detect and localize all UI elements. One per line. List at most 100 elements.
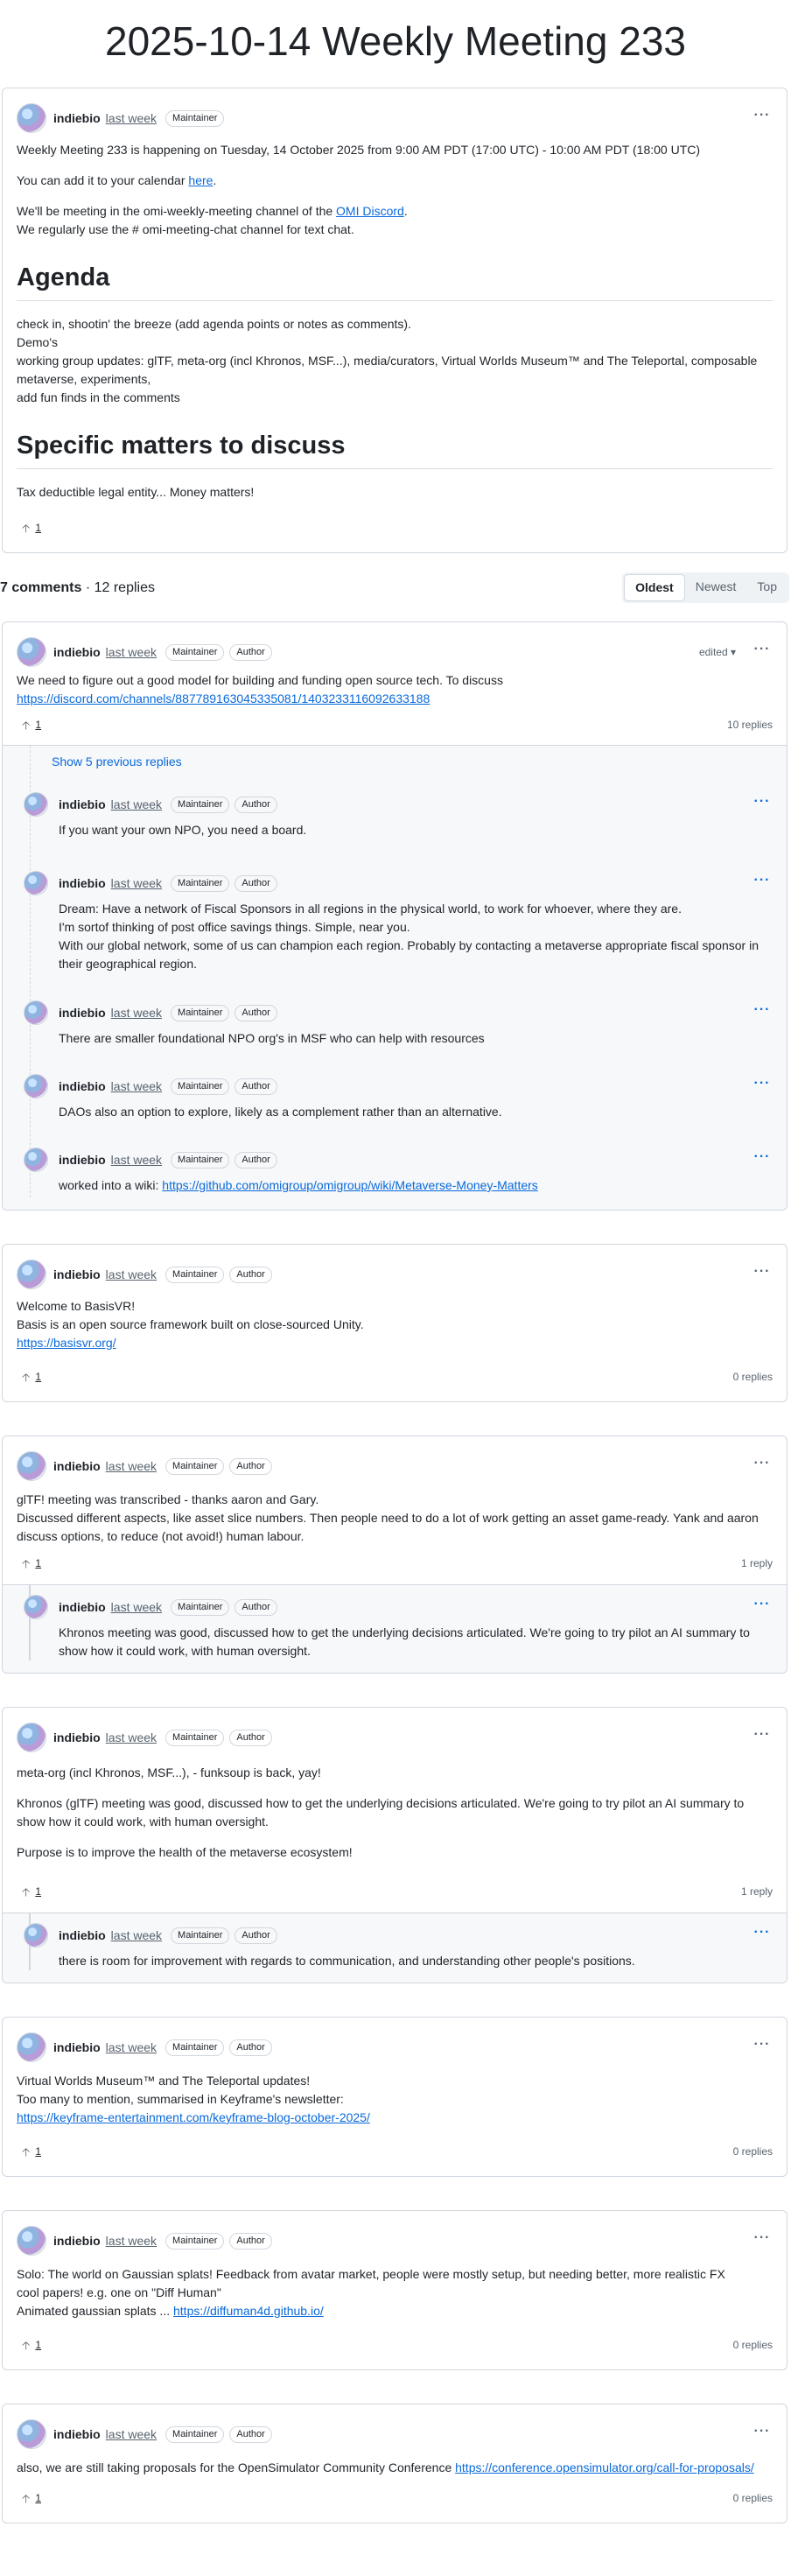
avatar[interactable] <box>17 103 46 133</box>
author-name[interactable]: indiebio <box>59 796 106 814</box>
upvote-button[interactable]: 🡡 1 <box>17 517 46 538</box>
timestamp[interactable]: last week <box>106 109 157 128</box>
comment-link[interactable]: https://basisvr.org/ <box>17 1336 116 1350</box>
more-options-icon[interactable]: ··· <box>752 1597 773 1616</box>
timestamp[interactable]: last week <box>111 1004 162 1022</box>
avatar[interactable] <box>17 1723 46 1752</box>
timestamp[interactable]: last week <box>106 2232 157 2250</box>
sort-newest[interactable]: Newest <box>685 574 747 601</box>
reply-thread: indiebio last week Maintainer Author ···… <box>3 1913 787 1983</box>
avatar[interactable] <box>24 1148 48 1172</box>
upvote-icon: 🡡 <box>22 1556 31 1570</box>
timestamp[interactable]: last week <box>106 1266 157 1284</box>
author-name[interactable]: indiebio <box>53 1457 101 1476</box>
avatar[interactable] <box>17 2032 46 2062</box>
more-options-icon[interactable]: ··· <box>752 1003 773 1021</box>
comment: indiebio last week Maintainer Author ···… <box>2 1435 788 1674</box>
meeting-time-text: Weekly Meeting 233 is happening on Tuesd… <box>17 143 701 157</box>
author-name[interactable]: indiebio <box>59 1151 106 1169</box>
author-name[interactable]: indiebio <box>53 2039 101 2057</box>
timestamp[interactable]: last week <box>111 1151 162 1169</box>
comment-link[interactable]: https://keyframe-entertainment.com/keyfr… <box>17 2110 370 2124</box>
upvote-button[interactable]: 🡡 1 <box>17 1553 46 1574</box>
timestamp[interactable]: last week <box>106 1729 157 1747</box>
author-name[interactable]: indiebio <box>59 1927 106 1945</box>
timestamp[interactable]: last week <box>106 643 157 662</box>
discussion-post: indiebio last week Maintainer ··· Weekly… <box>2 88 788 553</box>
author-name[interactable]: indiebio <box>53 2425 101 2444</box>
avatar[interactable] <box>24 1000 48 1025</box>
agenda-line: working group updates: glTF, meta-org (i… <box>17 354 758 386</box>
more-options-icon[interactable]: ··· <box>752 1150 773 1169</box>
timestamp[interactable]: last week <box>106 1457 157 1476</box>
replies-count: 0 replies <box>732 2338 773 2351</box>
discord-link[interactable]: OMI Discord <box>336 204 404 218</box>
more-options-icon[interactable]: ··· <box>752 1265 773 1283</box>
author-badge: Author <box>229 643 272 661</box>
avatar[interactable] <box>17 2419 46 2449</box>
author-name[interactable]: indiebio <box>53 1729 101 1747</box>
more-options-icon[interactable]: ··· <box>752 1728 773 1746</box>
upvote-button[interactable]: 🡡 1 <box>17 1366 46 1387</box>
comment-link[interactable]: https://conference.opensimulator.org/cal… <box>455 2460 754 2474</box>
author-badge: Author <box>234 1927 277 1944</box>
timestamp[interactable]: last week <box>106 2425 157 2444</box>
show-previous-replies-link[interactable]: Show 5 previous replies <box>3 746 787 783</box>
comment-link[interactable]: https://diffuman4d.github.io/ <box>173 2304 324 2318</box>
sort-toggle: Oldest Newest Top <box>622 572 789 603</box>
avatar[interactable] <box>17 637 46 667</box>
timestamp[interactable]: last week <box>106 2039 157 2057</box>
avatar[interactable] <box>24 1923 48 1948</box>
author-name[interactable]: indiebio <box>59 874 106 893</box>
upvote-button[interactable]: 🡡 1 <box>17 1881 46 1902</box>
author-name[interactable]: indiebio <box>53 109 101 128</box>
more-options-icon[interactable]: ··· <box>752 1926 773 1944</box>
maintainer-badge: Maintainer <box>171 874 230 892</box>
more-options-icon[interactable]: ··· <box>752 1456 773 1475</box>
upvote-button[interactable]: 🡡 1 <box>17 2141 46 2162</box>
more-options-icon[interactable]: ··· <box>752 2231 773 2250</box>
more-options-icon[interactable]: ··· <box>752 1077 773 1095</box>
avatar[interactable] <box>17 1260 46 1289</box>
more-options-icon[interactable]: ··· <box>752 2425 773 2443</box>
timestamp[interactable]: last week <box>111 1077 162 1096</box>
timestamp[interactable]: last week <box>111 796 162 814</box>
avatar[interactable] <box>24 871 48 895</box>
comment-text: Purpose is to improve the health of the … <box>17 1845 353 1859</box>
edited-dropdown[interactable]: edited ▾ <box>699 643 736 662</box>
avatar[interactable] <box>17 2226 46 2256</box>
comment-link[interactable]: https://discord.com/channels/88778916304… <box>17 691 430 705</box>
timestamp[interactable]: last week <box>111 1598 162 1617</box>
author-badge: Author <box>229 2425 272 2443</box>
more-options-icon[interactable]: ··· <box>752 109 773 127</box>
reply: indiebio last week Maintainer Author ···… <box>3 783 787 861</box>
more-options-icon[interactable]: ··· <box>752 874 773 892</box>
comment-text: Too many to mention, summarised in Keyfr… <box>17 2092 344 2106</box>
comments-count: 7 comments · 12 replies <box>0 579 155 595</box>
more-options-icon[interactable]: ··· <box>752 642 773 661</box>
author-badge: Author <box>229 1266 272 1283</box>
author-name[interactable]: indiebio <box>53 1266 101 1284</box>
timestamp[interactable]: last week <box>111 874 162 893</box>
more-options-icon[interactable]: ··· <box>752 795 773 813</box>
avatar[interactable] <box>24 1074 48 1098</box>
comment-text: Virtual Worlds Museum™ and The Teleporta… <box>17 2074 311 2088</box>
wiki-link[interactable]: https://github.com/omigroup/omigroup/wik… <box>162 1178 538 1192</box>
upvote-button[interactable]: 🡡 1 <box>17 2334 46 2355</box>
author-name[interactable]: indiebio <box>59 1598 106 1617</box>
author-name[interactable]: indiebio <box>59 1004 106 1022</box>
upvote-button[interactable]: 🡡 1 <box>17 2488 46 2509</box>
reply: indiebio last week Maintainer Author ···… <box>3 991 787 1064</box>
avatar[interactable] <box>24 792 48 817</box>
avatar[interactable] <box>17 1451 46 1481</box>
upvote-button[interactable]: 🡡 1 <box>17 714 46 735</box>
author-name[interactable]: indiebio <box>59 1077 106 1096</box>
sort-top[interactable]: Top <box>746 574 788 601</box>
timestamp[interactable]: last week <box>111 1927 162 1945</box>
author-name[interactable]: indiebio <box>53 2232 101 2250</box>
calendar-link[interactable]: here <box>188 173 213 187</box>
sort-oldest[interactable]: Oldest <box>624 573 685 601</box>
avatar[interactable] <box>24 1595 48 1619</box>
more-options-icon[interactable]: ··· <box>752 2038 773 2056</box>
author-name[interactable]: indiebio <box>53 643 101 662</box>
